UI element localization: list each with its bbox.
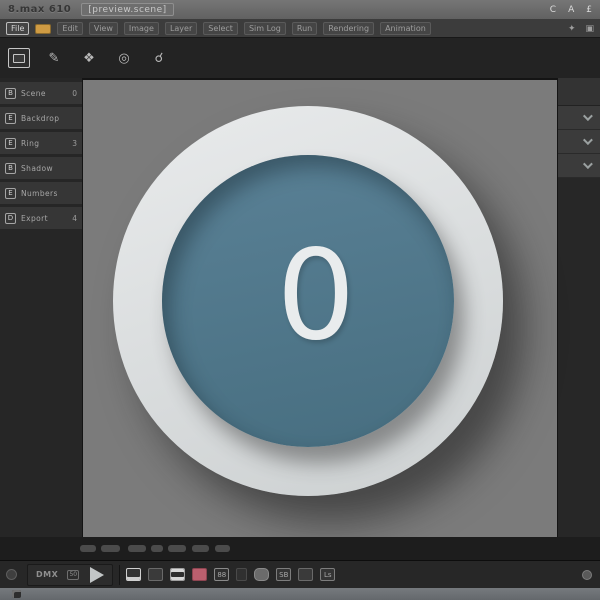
rows-view-button[interactable] [170, 568, 186, 581]
layer-icon: E [5, 187, 16, 199]
timeline-segment[interactable] [101, 545, 120, 552]
sidebar-item-export[interactable]: D Export 4 [0, 207, 82, 229]
panel-toggle-icon[interactable]: ▣ [585, 24, 594, 34]
layers-button[interactable]: Ls [320, 568, 336, 581]
timeline-segment[interactable] [215, 545, 230, 552]
sidebar-item-label: Ring [21, 138, 40, 148]
sidebar-item-ring[interactable]: E Ring 3 [0, 132, 82, 154]
canvas-viewport[interactable]: 0 [82, 78, 558, 537]
layer-icon: E [5, 137, 16, 149]
sidebar-item-numbers[interactable]: E Numbers [0, 182, 82, 204]
gradient-tool-button[interactable]: ❖ [78, 48, 100, 68]
timeline-segment[interactable] [128, 545, 146, 552]
brush-tool-icon: ✎ [48, 50, 60, 66]
menu-accent-swatch[interactable] [35, 23, 52, 34]
layer-icon: B [5, 87, 16, 99]
layer-icon: D [5, 212, 16, 224]
window-control-3-icon[interactable]: £ [586, 5, 592, 15]
main-area: B Scene 0 E Backdrop E Ring 3 B Shadow E [0, 78, 600, 537]
chevron-down-icon [582, 135, 593, 146]
menu-item-layer[interactable]: Layer [164, 22, 198, 35]
ring-tool-button[interactable]: ◎ [113, 48, 135, 68]
status-grip-icon[interactable] [12, 590, 21, 598]
bottom-toolbar: DMX 50 88 SB Ls [0, 560, 600, 588]
status-bar [0, 588, 600, 600]
brush-tool-button[interactable]: ✎ [43, 48, 65, 68]
sidebar-item-shadow[interactable]: B Shadow [0, 157, 82, 179]
panel-section-1[interactable] [558, 106, 600, 130]
timeline-segment[interactable] [80, 545, 96, 552]
menu-item-image[interactable]: Image [123, 22, 159, 35]
menu-item-animation[interactable]: Animation [380, 22, 431, 35]
document-name: [preview.scene] [81, 3, 174, 16]
sb-button[interactable]: SB [276, 568, 292, 581]
count-badge: 4 [72, 213, 77, 223]
sidebar-item-label: Scene [21, 88, 46, 98]
sidebar-item-backdrop[interactable]: E Backdrop [0, 107, 82, 129]
count-badge: 0 [72, 88, 77, 98]
frame-view-button[interactable] [126, 568, 142, 581]
playback-mode-group: DMX 50 [27, 563, 114, 586]
frame-counter-icon[interactable]: 50 [67, 569, 80, 580]
picker-tool-button[interactable]: ☌ [148, 48, 170, 68]
panel-button[interactable] [298, 568, 314, 581]
panel-section-2[interactable] [558, 130, 600, 154]
timeline-strip [0, 537, 600, 560]
menu-item-rendering[interactable]: Rendering [323, 22, 375, 35]
sidebar-item-label: Numbers [21, 188, 58, 198]
layer-icon: B [5, 162, 16, 174]
chevron-down-icon [582, 111, 593, 122]
grid-button[interactable]: 88 [214, 568, 230, 581]
toolbar-divider [119, 564, 121, 585]
chevron-down-icon [582, 159, 593, 170]
sidebar-item-label: Backdrop [21, 113, 60, 123]
sidebar-item-label: Shadow [21, 163, 53, 173]
settings-knob-icon[interactable] [582, 569, 592, 580]
app-title: 8.max 610 [8, 4, 72, 15]
color-swatch-button[interactable] [192, 568, 208, 581]
mode-label: DMX [36, 570, 59, 579]
layers-sidebar: B Scene 0 E Backdrop E Ring 3 B Shadow E [0, 78, 82, 537]
rectangle-select-icon [13, 53, 25, 63]
mask-button[interactable] [254, 568, 270, 581]
timeline-segment[interactable] [151, 545, 163, 552]
menu-item-view[interactable]: View [88, 22, 118, 35]
play-icon[interactable] [90, 566, 105, 583]
window-controls: C A £ [550, 5, 592, 15]
gradient-tool-icon: ❖ [83, 50, 95, 66]
timeline-segment[interactable] [192, 545, 209, 552]
menu-bar: File Edit View Image Layer Select Sim Lo… [0, 20, 600, 38]
link-button[interactable] [236, 568, 248, 581]
right-panel [558, 78, 600, 537]
ring-tool-icon: ◎ [118, 50, 130, 66]
record-knob-icon[interactable] [6, 569, 17, 580]
layer-icon: E [5, 112, 16, 124]
sidebar-item-scene[interactable]: B Scene 0 [0, 82, 82, 104]
window-control-2-icon[interactable]: A [568, 5, 574, 15]
sidebar-item-label: Export [21, 213, 48, 223]
menu-item-run[interactable]: Run [291, 22, 318, 35]
select-tool-button[interactable] [8, 48, 30, 68]
menubar-right-controls: ✦ ▣ [568, 24, 594, 34]
menu-item-edit[interactable]: Edit [57, 22, 83, 35]
title-bar: 8.max 610 [preview.scene] C A £ [0, 0, 600, 20]
menu-item-simlog[interactable]: Sim Log [243, 22, 286, 35]
app-window: 8.max 610 [preview.scene] C A £ File Edi… [0, 0, 600, 600]
tool-options-bar: ✎ ❖ ◎ ☌ [0, 38, 600, 78]
count-badge: 3 [72, 138, 77, 148]
right-panel-header [558, 78, 600, 106]
window-control-1-icon[interactable]: C [550, 5, 556, 15]
menu-item-file[interactable]: File [6, 22, 30, 35]
sparkle-icon[interactable]: ✦ [568, 24, 576, 34]
menu-item-select[interactable]: Select [203, 22, 238, 35]
panel-section-3[interactable] [558, 154, 600, 178]
frame-alt-button[interactable] [148, 568, 164, 581]
picker-tool-icon: ☌ [154, 50, 164, 66]
canvas-digit: 0 [276, 224, 356, 369]
timeline-segment[interactable] [168, 545, 186, 552]
